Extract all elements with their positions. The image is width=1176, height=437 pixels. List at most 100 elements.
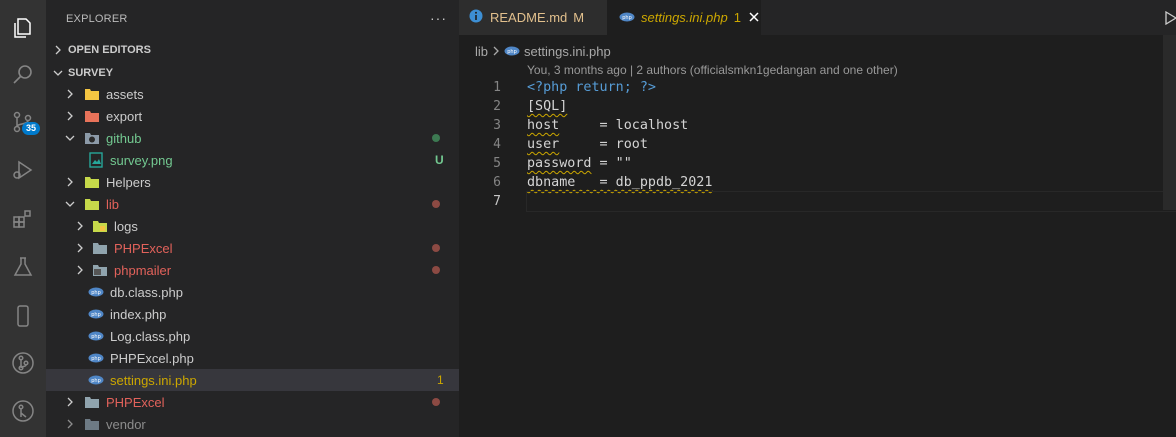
tree-item-label: db.class.php: [110, 284, 183, 300]
tree-folder-phpmailer[interactable]: phpmailer: [46, 259, 459, 281]
source-control-icon[interactable]: 35: [0, 102, 46, 142]
tree-folder-github[interactable]: github: [46, 127, 459, 149]
project-section[interactable]: SURVEY: [46, 62, 459, 84]
folder-icon: [84, 416, 100, 432]
tab-label: README.md: [490, 10, 568, 25]
line-number: 1: [493, 80, 501, 95]
search-icon[interactable]: [0, 55, 46, 95]
modified-decoration: M: [573, 10, 585, 25]
php-file-icon: php: [88, 306, 104, 322]
chevron-right-icon: [492, 44, 500, 59]
tree-folder-vendor[interactable]: vendor: [46, 413, 459, 435]
code-area[interactable]: <?php return; ?> [SQL] host = localhost …: [526, 78, 1176, 212]
tab-readme[interactable]: README.md M: [459, 0, 607, 35]
gitlens-icon[interactable]: [0, 391, 46, 431]
config-value: = db_ppdb_2021: [575, 175, 713, 190]
folder-icon: [92, 240, 108, 256]
chevron-right-icon: [72, 262, 88, 278]
tree-folder-logs[interactable]: logs: [46, 215, 459, 237]
code-line: host = localhost: [527, 116, 1176, 135]
svg-text:php: php: [622, 15, 632, 21]
problem-count-decoration: 1: [733, 10, 741, 25]
tree-item-label: Log.class.php: [110, 328, 191, 344]
config-key: password: [527, 156, 592, 171]
line-number-gutter: 1 2 3 4 5 6 7: [459, 78, 509, 211]
activity-bar: 35: [0, 0, 46, 437]
tab-label: settings.ini.php: [641, 10, 728, 25]
breadcrumb-file[interactable]: settings.ini.php: [524, 44, 611, 59]
tree-folder-export[interactable]: export: [46, 105, 459, 127]
extensions-icon[interactable]: [0, 199, 46, 239]
code-line: user = root: [527, 135, 1176, 154]
testing-icon[interactable]: [0, 247, 46, 287]
tree-file-index-php[interactable]: php index.php: [46, 303, 459, 325]
info-icon: [469, 9, 483, 26]
breadcrumb-folder[interactable]: lib: [475, 44, 488, 59]
php-open-tag: <?php: [527, 80, 568, 95]
chevron-right-icon: [62, 174, 78, 190]
tab-settings-ini-php[interactable]: php settings.ini.php 1: [607, 0, 761, 35]
php-file-icon: php: [504, 44, 520, 59]
git-status-dot: [432, 266, 440, 274]
tree-folder-helpers[interactable]: Helpers: [46, 171, 459, 193]
open-editors-label: OPEN EDITORS: [68, 44, 151, 56]
folder-icon: [84, 108, 100, 124]
tree-folder-lib[interactable]: lib: [46, 193, 459, 215]
tree-item-label: export: [106, 108, 143, 124]
chevron-down-icon: [62, 130, 78, 146]
return-keyword: return;: [575, 80, 632, 95]
codelens-blame[interactable]: You, 3 months ago | 2 authors (officials…: [527, 63, 898, 77]
line-number: 3: [493, 118, 501, 133]
chevron-right-icon: [62, 86, 78, 102]
vertical-scrollbar[interactable]: [1163, 35, 1176, 210]
tree-item-label: phpmailer: [114, 262, 172, 278]
tree-item-label: logs: [114, 218, 138, 234]
php-file-icon: php: [88, 372, 104, 388]
tree-item-label: vendor: [106, 416, 146, 432]
explorer-icon[interactable]: [0, 8, 46, 48]
more-actions-icon[interactable]: ···: [430, 10, 447, 26]
line-number: 5: [493, 156, 501, 171]
folder-github-icon: [84, 130, 100, 146]
open-editors-section[interactable]: OPEN EDITORS: [46, 39, 459, 61]
close-icon[interactable]: [749, 10, 759, 25]
tree-folder-phpexcel-root[interactable]: PHPExcel: [46, 391, 459, 413]
php-file-icon: php: [88, 284, 104, 300]
git-graph-icon[interactable]: [0, 343, 46, 383]
folder-icon: [84, 394, 100, 410]
php-file-icon: php: [619, 10, 635, 25]
folder-helper-icon: [84, 174, 100, 190]
chevron-right-icon: [72, 218, 88, 234]
run-debug-icon[interactable]: [0, 150, 46, 190]
folder-php-icon: [92, 262, 108, 278]
tree-folder-phpexcel[interactable]: PHPExcel: [46, 237, 459, 259]
tree-file-settings-ini-php[interactable]: php settings.ini.php 1: [46, 369, 459, 391]
tree-file-phpexcel-php[interactable]: php PHPExcel.php: [46, 347, 459, 369]
tree-file-log-class-php[interactable]: php Log.class.php: [46, 325, 459, 347]
problem-count-decoration: 1: [437, 373, 444, 387]
config-value: = localhost: [559, 118, 689, 133]
config-key: host: [527, 118, 560, 133]
tree-folder-assets[interactable]: assets: [46, 83, 459, 105]
source-control-badge: 35: [22, 122, 41, 135]
git-status-dot: [432, 134, 440, 142]
svg-text:php: php: [91, 290, 101, 296]
run-icon[interactable]: [1165, 10, 1176, 30]
chevron-down-icon: [62, 196, 78, 212]
git-status-dot: [432, 398, 440, 406]
tree-file-survey-png[interactable]: survey.png U: [46, 149, 459, 171]
breadcrumb: lib php settings.ini.php: [475, 42, 611, 60]
config-value: = "": [591, 156, 632, 171]
php-file-icon: php: [88, 328, 104, 344]
untracked-decoration: U: [435, 153, 444, 167]
svg-text:php: php: [91, 312, 101, 318]
tree-item-label: index.php: [110, 306, 167, 322]
config-key: user: [527, 137, 560, 152]
tree-item-label: PHPExcel: [106, 394, 165, 410]
folder-log-icon: [92, 218, 108, 234]
remote-device-icon[interactable]: [0, 296, 46, 336]
tree-item-label: settings.ini.php: [110, 372, 197, 388]
tree-file-db-class-php[interactable]: php db.class.php: [46, 281, 459, 303]
tree-item-label: survey.png: [110, 152, 173, 168]
svg-text:php: php: [91, 356, 101, 362]
